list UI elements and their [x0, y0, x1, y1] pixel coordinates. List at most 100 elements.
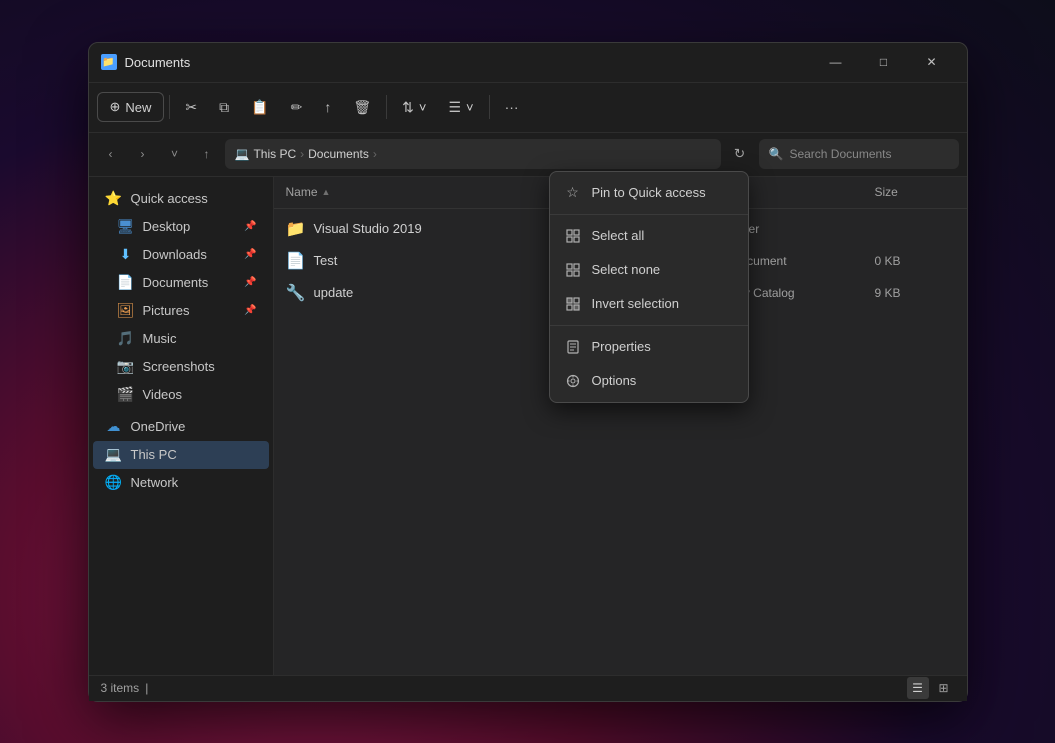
close-button[interactable]: ✕ — [909, 47, 955, 77]
menu-item-select-none[interactable]: Select none — [550, 253, 748, 287]
sidebar-item-downloads[interactable]: ⬇ Downloads 📌 — [93, 241, 269, 269]
menu-item-pin-quick-access[interactable]: ☆ Pin to Quick access — [550, 176, 748, 210]
sidebar-item-screenshots[interactable]: 📷 Screenshots — [93, 353, 269, 381]
desktop-pin-icon: 📌 — [244, 221, 256, 232]
sort-icon: ⇅ — [402, 99, 414, 116]
sidebar-item-desktop[interactable]: 🖥 Desktop 📌 — [93, 213, 269, 241]
sidebar-label-screenshots: Screenshots — [143, 359, 215, 374]
view-chevron: ˅ — [466, 100, 474, 115]
downloads-pin-icon: 📌 — [244, 249, 256, 260]
documents-icon: 📄 — [117, 274, 135, 292]
sidebar-label-quick-access: Quick access — [131, 191, 208, 206]
menu-label-properties: Properties — [592, 339, 651, 354]
breadcrumb-sep-1: › — [300, 147, 304, 161]
menu-label-pin-quick-access: Pin to Quick access — [592, 185, 706, 200]
new-label: New — [125, 100, 151, 115]
maximize-button[interactable]: □ — [861, 47, 907, 77]
delete-button[interactable]: 🗑 — [343, 93, 381, 122]
vs2019-icon: 📁 — [286, 219, 306, 239]
content-area: ⭐ Quick access 🖥 Desktop 📌 ⬇ Downloads 📌… — [89, 177, 967, 675]
rename-button[interactable]: ✏ — [281, 93, 313, 122]
sort-button[interactable]: ⇅ ˅ — [392, 93, 436, 122]
copy-button[interactable]: ⧉ — [209, 93, 239, 122]
view-button[interactable]: ☰ ˅ — [438, 93, 483, 122]
menu-label-select-none: Select none — [592, 262, 661, 277]
new-button[interactable]: ⊕ New — [97, 92, 165, 122]
sort-asc-icon: ▲ — [322, 187, 331, 197]
test-size: 0 KB — [875, 254, 955, 268]
sidebar-label-downloads: Downloads — [143, 247, 207, 262]
list-view-button[interactable]: ☰ — [907, 677, 929, 699]
share-button[interactable]: ↑ — [314, 93, 341, 121]
network-icon: 🌐 — [105, 474, 123, 492]
item-count: 3 items — [101, 681, 140, 695]
sidebar-item-quick-access[interactable]: ⭐ Quick access — [93, 185, 269, 213]
downloads-icon: ⬇ — [117, 246, 135, 264]
music-icon: 🎵 — [117, 330, 135, 348]
pin-quick-access-icon: ☆ — [564, 184, 582, 202]
this-pc-icon: 💻 — [105, 446, 123, 464]
address-icon: 💻 — [235, 147, 250, 161]
sidebar-item-this-pc[interactable]: 💻 This PC — [93, 441, 269, 469]
back-button[interactable]: ‹ — [97, 140, 125, 168]
minimize-button[interactable]: — — [813, 47, 859, 77]
breadcrumb-this-pc[interactable]: This PC — [253, 147, 296, 161]
window-title: Documents — [125, 55, 813, 70]
videos-icon: 🎬 — [117, 386, 135, 404]
address-bar[interactable]: 💻 This PC › Documents › — [225, 139, 721, 169]
quick-access-icon: ⭐ — [105, 190, 123, 208]
sidebar-item-videos[interactable]: 🎬 Videos — [93, 381, 269, 409]
paste-button[interactable]: 📋 — [241, 93, 278, 122]
select-all-icon — [564, 227, 582, 245]
new-icon: ⊕ — [110, 99, 121, 115]
toolbar-separator-2 — [386, 95, 387, 119]
search-placeholder: Search Documents — [789, 147, 891, 161]
sidebar-item-pictures[interactable]: 🖼 Pictures 📌 — [93, 297, 269, 325]
sidebar-label-onedrive: OneDrive — [131, 419, 186, 434]
menu-label-select-all: Select all — [592, 228, 645, 243]
options-icon — [564, 372, 582, 390]
view-icon: ☰ — [448, 99, 461, 116]
paste-icon: 📋 — [251, 99, 268, 116]
share-icon: ↑ — [324, 99, 331, 115]
update-icon: 🔧 — [286, 283, 306, 303]
sidebar: ⭐ Quick access 🖥 Desktop 📌 ⬇ Downloads 📌… — [89, 177, 274, 675]
up-button[interactable]: ↑ — [193, 140, 221, 168]
menu-item-invert-selection[interactable]: Invert selection — [550, 287, 748, 321]
sidebar-label-network: Network — [131, 475, 179, 490]
sidebar-item-onedrive[interactable]: ☁ OneDrive — [93, 413, 269, 441]
menu-item-options[interactable]: Options — [550, 364, 748, 398]
refresh-button[interactable]: ↻ — [725, 139, 755, 169]
sort-chevron: ˅ — [419, 100, 427, 115]
window-controls: — □ ✕ — [813, 47, 955, 77]
forward-button[interactable]: › — [129, 140, 157, 168]
search-icon: 🔍 — [769, 147, 784, 161]
breadcrumb-documents[interactable]: Documents — [308, 147, 369, 161]
sidebar-label-music: Music — [143, 331, 177, 346]
invert-selection-icon — [564, 295, 582, 313]
rename-icon: ✏ — [291, 99, 303, 116]
nav-bar: ‹ › ˅ ↑ 💻 This PC › Documents › ↻ 🔍 Sear… — [89, 133, 967, 177]
sidebar-label-pictures: Pictures — [143, 303, 190, 318]
title-bar: 📁 Documents — □ ✕ — [89, 43, 967, 83]
more-button[interactable]: ··· — [495, 93, 529, 121]
menu-label-invert-selection: Invert selection — [592, 296, 679, 311]
menu-item-properties[interactable]: Properties — [550, 330, 748, 364]
recent-button[interactable]: ˅ — [161, 140, 189, 168]
cut-button[interactable]: ✂ — [175, 93, 207, 122]
status-bar: 3 items | ☰ ⊞ — [89, 675, 967, 701]
grid-view-button[interactable]: ⊞ — [933, 677, 955, 699]
file-explorer-window: 📁 Documents — □ ✕ ⊕ New ✂ ⧉ 📋 ✏ ↑ 🗑 — [88, 42, 968, 702]
sidebar-item-music[interactable]: 🎵 Music — [93, 325, 269, 353]
menu-label-options: Options — [592, 373, 637, 388]
window-icon: 📁 — [101, 54, 117, 70]
update-size: 9 KB — [875, 286, 955, 300]
col-header-size[interactable]: Size — [875, 185, 955, 199]
search-bar[interactable]: 🔍 Search Documents — [759, 139, 959, 169]
sidebar-item-documents[interactable]: 📄 Documents 📌 — [93, 269, 269, 297]
properties-icon — [564, 338, 582, 356]
pictures-icon: 🖼 — [117, 302, 135, 320]
select-none-icon — [564, 261, 582, 279]
sidebar-item-network[interactable]: 🌐 Network — [93, 469, 269, 497]
menu-item-select-all[interactable]: Select all — [550, 219, 748, 253]
